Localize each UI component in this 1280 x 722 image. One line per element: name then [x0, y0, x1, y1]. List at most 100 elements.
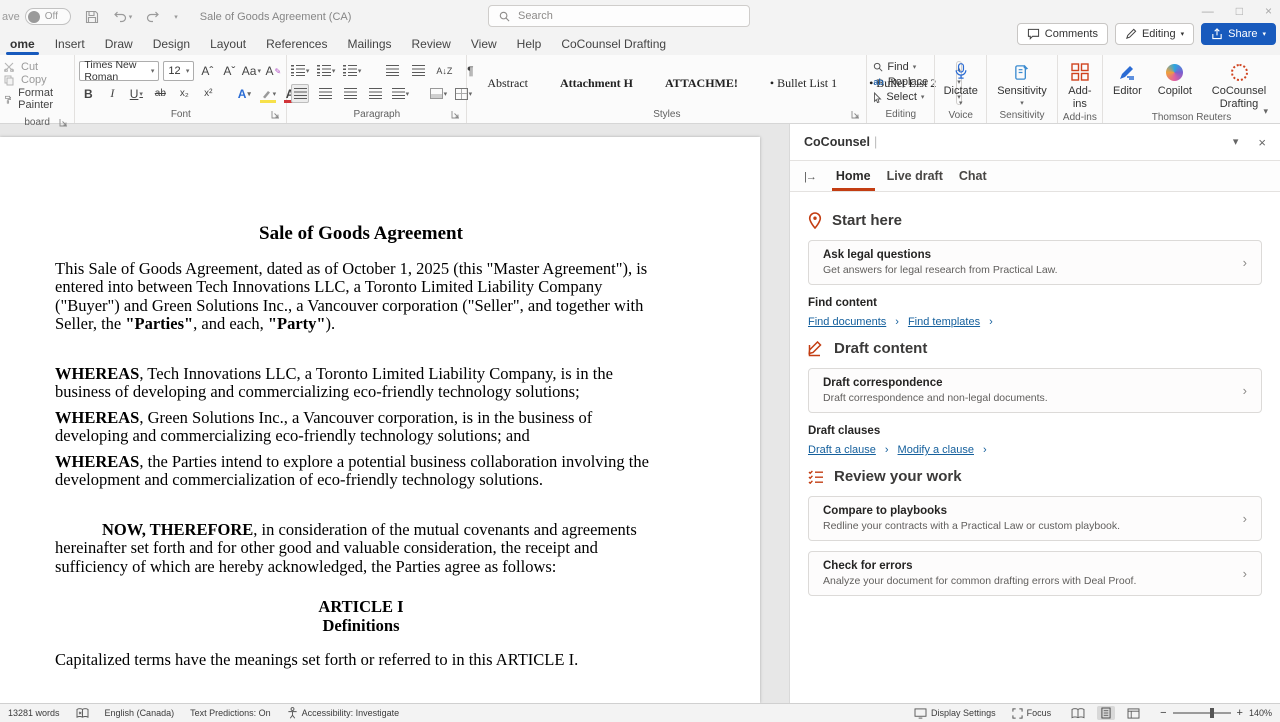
panel-close-icon[interactable]: × — [1258, 135, 1266, 150]
ribbon-tab-layout[interactable]: Layout — [200, 35, 256, 55]
ribbon-tab-review[interactable]: Review — [402, 35, 461, 55]
cut-button[interactable]: Cut — [4, 61, 70, 73]
style-item[interactable]: Abstract — [471, 76, 544, 91]
ribbon-tab-references[interactable]: References — [256, 35, 337, 55]
panel-card[interactable]: Ask legal questionsGet answers for legal… — [808, 240, 1262, 285]
text-predictions-status[interactable]: Text Predictions: On — [190, 708, 271, 718]
panel-tab-live-draft[interactable]: Live draft — [879, 163, 951, 191]
shrink-font-button[interactable]: Aˇ — [220, 62, 238, 81]
italic-button[interactable]: I — [103, 84, 121, 103]
addins-button[interactable]: Add-ins — [1062, 59, 1098, 110]
strikethrough-button[interactable]: ab — [151, 84, 169, 103]
autosave-switch[interactable]: Off — [25, 8, 71, 25]
select-button[interactable]: Select▾ — [873, 91, 928, 103]
zoom-level[interactable]: 140% — [1249, 708, 1272, 718]
paragraph-dialog-launcher-icon[interactable] — [451, 110, 460, 119]
sort-button[interactable]: A↓Z — [435, 61, 453, 80]
ribbon-tab-insert[interactable]: Insert — [45, 35, 95, 55]
collapse-ribbon-icon[interactable]: ▾ — [1263, 106, 1268, 117]
display-settings-button[interactable]: Display Settings — [914, 708, 996, 719]
sensitivity-button[interactable]: Sensitivity ▾ — [991, 59, 1053, 108]
panel-expand-icon[interactable]: |→ — [804, 171, 824, 191]
autosave-toggle[interactable]: ave Off — [2, 8, 71, 25]
editor-button[interactable]: Editor — [1107, 59, 1148, 110]
font-name-select[interactable]: Times New Roman▾ — [79, 61, 159, 81]
comments-button[interactable]: Comments — [1017, 23, 1108, 45]
panel-card[interactable]: Check for errorsAnalyze your document fo… — [808, 551, 1262, 596]
panel-collapse-icon[interactable]: ▾ — [1233, 135, 1239, 150]
focus-button[interactable]: Focus — [1012, 708, 1052, 719]
word-count[interactable]: 13281 words — [8, 708, 60, 718]
clipboard-dialog-launcher-icon[interactable] — [59, 118, 68, 127]
document-page[interactable]: Sale of Goods AgreementThis Sale of Good… — [0, 137, 760, 703]
align-right-button[interactable] — [341, 84, 359, 103]
panel-card[interactable]: Compare to playbooksRedline your contrac… — [808, 496, 1262, 541]
panel-link-draft-a-clause[interactable]: Draft a clause — [808, 444, 876, 456]
align-center-button[interactable] — [316, 84, 334, 103]
panel-link-find-templates[interactable]: Find templates — [908, 316, 980, 328]
styles-dialog-launcher-icon[interactable] — [851, 110, 860, 119]
zoom-slider[interactable] — [1173, 712, 1231, 714]
undo-button[interactable]: ▾ — [113, 10, 133, 23]
superscript-button[interactable]: x² — [199, 84, 217, 103]
copilot-button[interactable]: Copilot — [1152, 59, 1198, 110]
ribbon-tab-help[interactable]: Help — [507, 35, 552, 55]
dictate-button[interactable]: Dictate ▾ — [938, 59, 984, 108]
cocounsel-drafting-button[interactable]: CoCounsel Drafting — [1202, 59, 1276, 110]
close-button[interactable]: × — [1265, 4, 1272, 18]
grow-font-button[interactable]: Aˆ — [198, 62, 216, 81]
search-input[interactable]: Search — [488, 5, 750, 27]
ribbon-tab-ome[interactable]: ome — [0, 35, 45, 55]
zoom-out-button[interactable]: − — [1160, 707, 1166, 719]
minimize-button[interactable]: — — [1202, 4, 1214, 18]
share-button[interactable]: Share ▾ — [1201, 23, 1276, 45]
line-spacing-button[interactable]: ▾ — [391, 84, 409, 103]
panel-link-find-documents[interactable]: Find documents — [808, 316, 886, 328]
font-size-select[interactable]: 12▾ — [163, 61, 194, 81]
style-item[interactable]: • Bullet List 1 — [754, 76, 853, 91]
read-mode-button[interactable] — [1067, 707, 1089, 720]
bullet-list-button[interactable]: ▾ — [291, 61, 309, 80]
accessibility-status[interactable]: Accessibility: Investigate — [287, 707, 400, 719]
subscript-button[interactable]: x₂ — [175, 84, 193, 103]
decrease-indent-button[interactable] — [383, 61, 401, 80]
highlight-color-button[interactable]: ▾ — [259, 84, 277, 103]
style-item[interactable]: Attachment H — [544, 76, 649, 91]
qat-overflow-icon[interactable]: ▾ — [174, 13, 178, 21]
zoom-in-button[interactable]: + — [1237, 707, 1243, 719]
change-case-button[interactable]: Aa▾ — [242, 62, 260, 81]
find-button[interactable]: Find▾ — [873, 61, 928, 73]
font-dialog-launcher-icon[interactable] — [271, 110, 280, 119]
ribbon-tab-mailings[interactable]: Mailings — [337, 35, 401, 55]
text-effects-button[interactable]: A▾ — [235, 84, 253, 103]
ribbon-tab-draw[interactable]: Draw — [95, 35, 143, 55]
save-button[interactable] — [85, 10, 99, 24]
ribbon-tab-cocounsel-drafting[interactable]: CoCounsel Drafting — [551, 35, 676, 55]
justify-button[interactable] — [366, 84, 384, 103]
zoom-slider-thumb[interactable] — [1210, 708, 1214, 718]
undo-dropdown-icon[interactable]: ▾ — [129, 13, 133, 21]
panel-tab-home[interactable]: Home — [828, 163, 879, 191]
numbered-list-button[interactable]: ▾ — [317, 61, 335, 80]
align-left-button[interactable] — [291, 84, 309, 103]
copy-button[interactable]: Copy — [4, 74, 70, 86]
print-layout-button[interactable] — [1097, 706, 1115, 720]
panel-link-modify-a-clause[interactable]: Modify a clause — [898, 444, 974, 456]
shading-button[interactable]: ▾ — [429, 84, 447, 103]
ribbon-tab-design[interactable]: Design — [143, 35, 200, 55]
language-status[interactable]: English (Canada) — [105, 708, 175, 718]
underline-button[interactable]: U▾ — [127, 84, 145, 103]
web-layout-button[interactable] — [1123, 707, 1144, 720]
ribbon-tab-view[interactable]: View — [461, 35, 507, 55]
panel-tab-chat[interactable]: Chat — [951, 163, 995, 191]
bold-button[interactable]: B — [79, 84, 97, 103]
redo-button[interactable] — [146, 10, 160, 23]
format-painter-button[interactable]: Format Painter — [4, 87, 70, 111]
panel-card[interactable]: Draft correspondenceDraft correspondence… — [808, 368, 1262, 413]
replace-button[interactable]: ab Replace — [873, 76, 928, 88]
multilevel-list-button[interactable]: ▾ — [343, 61, 361, 80]
style-item[interactable]: ATTACHME! — [649, 76, 754, 91]
editing-mode-button[interactable]: Editing ▾ — [1115, 23, 1194, 45]
clear-formatting-button[interactable]: A✎ — [264, 62, 282, 81]
restore-button[interactable]: □ — [1236, 4, 1243, 18]
